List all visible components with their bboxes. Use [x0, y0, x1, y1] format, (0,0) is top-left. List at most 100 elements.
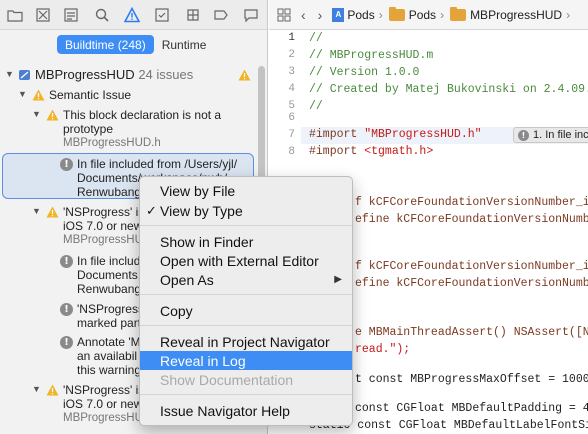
find-icon[interactable]: [93, 6, 111, 24]
xcode-project-icon: [19, 70, 30, 80]
line-number: 8: [288, 146, 295, 158]
code-fragment: f kCFCoreFoundationVersionNumber_iO: [355, 260, 588, 273]
jump-bar: ‹ › A Pods › Pods › MBProgressHUD ›: [269, 0, 588, 30]
report-icon[interactable]: [242, 6, 260, 24]
menu-item-reveal-in-log[interactable]: Reveal in Log: [140, 351, 352, 370]
warning-icon: [46, 384, 59, 396]
issue-scope-segmented-control: Buildtime (248) Runtime: [57, 35, 214, 54]
menu-item-view-by-type[interactable]: ✓ View by Type: [140, 201, 352, 220]
code-line: //: [309, 100, 323, 113]
context-menu: View by File ✓ View by Type Show in Finde…: [139, 176, 353, 426]
menu-item-open-external-editor[interactable]: Open with External Editor: [140, 251, 352, 270]
project-name: MBProgressHUD 24 issues: [35, 67, 194, 82]
inline-issue-annotation[interactable]: ! 1. In file included: [513, 127, 588, 143]
test-icon[interactable]: [153, 6, 171, 24]
info-icon: !: [60, 303, 73, 316]
chevron-right-icon: ›: [378, 7, 383, 22]
line-number: 3: [288, 66, 295, 78]
menu-separator: [140, 294, 352, 295]
forward-icon[interactable]: ›: [318, 7, 323, 23]
issue-text: an availabil: [77, 349, 138, 363]
chevron-right-icon: ›: [440, 7, 445, 22]
menu-item-issue-navigator-help[interactable]: Issue Navigator Help: [140, 401, 352, 420]
code-fragment: read.");: [355, 343, 411, 356]
menu-item-open-as[interactable]: Open As ▶: [140, 270, 352, 289]
chevron-right-icon: ›: [566, 7, 571, 22]
list-item[interactable]: ▼ This block declaration is not a protot…: [0, 106, 267, 152]
back-icon[interactable]: ‹: [301, 7, 306, 23]
source-control-icon[interactable]: [34, 6, 52, 24]
issue-text: marked part: [77, 316, 142, 330]
warning-icon: [32, 89, 45, 101]
issue-text: 'NSProgress' is: [63, 383, 145, 397]
disclosure-triangle-icon[interactable]: ▼: [18, 89, 27, 99]
code-line: // Created by Matej Bukovinski on 2.4.09…: [309, 83, 588, 96]
code-fragment: efine kCFCoreFoundationVersionNumbe: [355, 277, 588, 290]
issue-text: Renwubang: [77, 185, 142, 199]
code-fragment: const CGFloat MBDefaultPadding = 4: [355, 402, 588, 415]
disclosure-triangle-icon[interactable]: ▼: [32, 109, 41, 119]
project-row[interactable]: ▼ MBProgressHUD 24 issues: [0, 67, 267, 83]
code-fragment: t const MBProgressMaxOffset = 10000: [355, 373, 588, 386]
breadcrumb-item[interactable]: MBProgressHUD: [450, 6, 562, 22]
issue-text: Documents,: [77, 268, 142, 282]
menu-separator: [140, 225, 352, 226]
issue-text: 'NSProgress' is: [63, 205, 145, 219]
line-number: 5: [288, 100, 295, 112]
code-fragment: efine kCFCoreFoundationVersionNumbe: [355, 213, 588, 226]
folder-icon: [388, 6, 405, 21]
warning-icon: [46, 109, 59, 121]
issue-text: 'NSProgress: [77, 302, 144, 316]
warning-icon: [238, 69, 251, 81]
menu-item-show-in-finder[interactable]: Show in Finder: [140, 232, 352, 251]
issue-text: iOS 7.0 or new: [63, 397, 143, 411]
code-line: #import "MBProgressHUD.h": [309, 128, 482, 141]
tab-buildtime[interactable]: Buildtime (248): [57, 35, 154, 54]
project-file-icon: A: [332, 7, 345, 22]
menu-separator: [140, 394, 352, 395]
code-fragment: f kCFCoreFoundationVersionNumber_iO: [355, 196, 588, 209]
issue-text: this warning: [77, 363, 142, 377]
issue-text: iOS 7.0 or new: [63, 219, 143, 233]
menu-item-view-by-file[interactable]: View by File: [140, 181, 352, 200]
code-line: // Version 1.0.0: [309, 66, 420, 79]
tab-runtime[interactable]: Runtime: [154, 35, 215, 54]
disclosure-triangle-icon[interactable]: ▼: [32, 206, 41, 216]
disclosure-triangle-icon[interactable]: ▼: [32, 384, 41, 394]
debug-icon[interactable]: [184, 6, 202, 24]
folder-icon: [450, 6, 467, 21]
group-label: Semantic Issue: [49, 88, 132, 102]
inline-issue-text: 1. In file included: [533, 129, 588, 141]
info-icon: !: [60, 158, 73, 171]
code-line: //: [309, 32, 323, 45]
breadcrumb-item[interactable]: A Pods: [332, 7, 375, 22]
info-icon: !: [60, 336, 73, 349]
issue-text: In file includ: [77, 254, 141, 268]
menu-item-show-documentation: Show Documentation: [160, 371, 294, 388]
line-number: 4: [288, 83, 295, 95]
submenu-arrow-icon: ▶: [334, 274, 342, 285]
warning-icon: [46, 206, 59, 218]
code-line: #import <tgmath.h>: [309, 145, 434, 158]
issue-text: This block declaration is not a: [63, 108, 222, 122]
issue-text: In file included from /Users/yjl/: [77, 157, 238, 171]
line-number: 6: [288, 112, 295, 124]
disclosure-triangle-icon[interactable]: ▼: [5, 69, 14, 79]
issue-text: Renwubang: [77, 282, 142, 296]
related-items-icon[interactable]: [277, 8, 291, 22]
symbol-icon[interactable]: [62, 6, 80, 24]
menu-item-reveal-project-navigator[interactable]: Reveal in Project Navigator: [140, 332, 352, 351]
issue-icon[interactable]: [123, 6, 141, 24]
breakpoint-icon[interactable]: [212, 6, 230, 24]
issue-file: MBProgressHUD: [63, 234, 152, 246]
group-row[interactable]: ▼ Semantic Issue: [0, 87, 267, 103]
menu-separator: [140, 325, 352, 326]
breadcrumb-item[interactable]: Pods: [388, 6, 436, 22]
menu-item-copy[interactable]: Copy: [140, 301, 352, 320]
folder-icon[interactable]: [6, 6, 24, 24]
code-fragment: e MBMainThreadAssert() NSAssert([NS: [355, 326, 588, 339]
info-icon: !: [518, 129, 529, 141]
line-number: 1: [288, 32, 295, 44]
line-number: 7: [288, 129, 295, 141]
issue-text: Annotate 'M: [77, 335, 141, 349]
